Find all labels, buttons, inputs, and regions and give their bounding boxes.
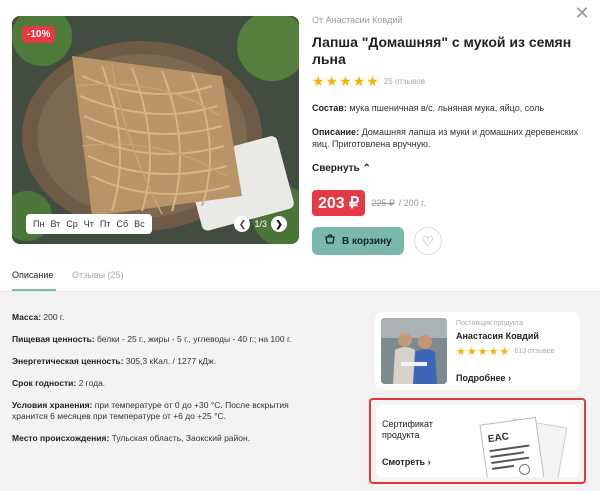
discount-badge: -10% — [22, 26, 56, 43]
description-label: Описание: — [312, 127, 360, 137]
spec-value: белки - 25 г., жиры - 5 г., углеводы - 4… — [94, 334, 292, 344]
day-mon[interactable]: Пн — [30, 219, 47, 229]
supplier-card: Поставщик продукта Анастасия Ковдий ★★★★… — [375, 312, 580, 390]
product-tabs: Описание Отзывы (25) — [0, 262, 600, 292]
certificate-document-icon: EAC — [478, 416, 570, 477]
description: Описание: Домашняя лапша из муки и домаш… — [312, 126, 584, 150]
spec-item: Пищевая ценность: белки - 25 г., жиры - … — [12, 334, 312, 345]
collapse-label: Свернуть — [312, 163, 360, 174]
spec-label: Условия хранения: — [12, 400, 93, 410]
day-tue[interactable]: Вт — [47, 219, 63, 229]
image-counter: 1/3 — [254, 219, 267, 229]
certificate-title: Сертификат продукта — [382, 419, 433, 440]
image-pager: ❮ 1/3 ❯ — [234, 216, 287, 232]
add-to-cart-button[interactable]: В корзину — [312, 227, 404, 255]
certificate-highlight: Сертификат продукта Смотреть › EAC — [369, 398, 586, 484]
spec-value: 200 г. — [41, 312, 65, 322]
tab-description[interactable]: Описание — [12, 270, 53, 280]
chevron-right-icon: › — [427, 457, 431, 467]
star-icons: ★★★★★ — [456, 346, 511, 358]
spec-list: Масса: 200 г. Пищевая ценность: белки - … — [12, 312, 312, 455]
day-thu[interactable]: Чт — [81, 219, 97, 229]
chevron-left-icon: ❮ — [238, 218, 247, 229]
favorite-button[interactable]: ♡ — [413, 227, 442, 255]
prev-image-button[interactable]: ❮ — [234, 216, 251, 232]
spec-item: Место происхождения: Тульская область, З… — [12, 433, 312, 444]
seller-link[interactable]: От Анастасии Ковдий — [312, 15, 584, 25]
current-price: 203 ₽ — [312, 190, 366, 216]
certificate-view-link[interactable]: Смотреть › — [382, 457, 431, 467]
composition-label: Состав: — [312, 103, 347, 113]
supplier-reviews[interactable]: 613 отзывов — [514, 348, 554, 355]
spec-item: Условия хранения: при температуре от 0 д… — [12, 400, 312, 422]
heart-icon: ♡ — [421, 232, 434, 249]
product-title: Лапша "Домашняя" с мукой из семян льна — [312, 34, 572, 67]
spec-label: Масса: — [12, 312, 42, 322]
product-weight: / 200 г. — [398, 198, 426, 208]
product-actions: В корзину ♡ — [312, 227, 584, 255]
price-row: 203 ₽ 225 ₽ / 200 г. — [312, 190, 584, 216]
composition-text: мука пшеничная в/с, льняная мука, яйцо, … — [346, 103, 545, 113]
more-label: Подробнее — [456, 373, 506, 383]
spec-value: Тульская область, Заокский район. — [109, 433, 251, 443]
spec-value: 305,3 кКал. / 1277 кДж. — [123, 356, 217, 366]
weekday-selector: Пн Вт Ср Чт Пт Сб Вс — [26, 214, 152, 234]
day-wed[interactable]: Ср — [63, 219, 81, 229]
active-tab-indicator — [12, 289, 56, 291]
certificate-link-label: Смотреть — [382, 457, 426, 467]
collapse-button[interactable]: Свернуть ⌃ — [312, 163, 371, 174]
day-sun[interactable]: Вс — [131, 219, 148, 229]
spec-label: Срок годности: — [12, 378, 77, 388]
add-to-cart-label: В корзину — [342, 235, 392, 247]
spec-item: Энергетическая ценность: 305,3 кКал. / 1… — [12, 356, 312, 367]
noodles-image — [12, 16, 299, 244]
chevron-up-icon: ⌃ — [362, 163, 371, 174]
next-image-button[interactable]: ❯ — [271, 216, 287, 232]
supplier-rating: ★★★★★ 613 отзывов — [456, 345, 554, 358]
spec-label: Пищевая ценность: — [12, 334, 95, 344]
certificate-card[interactable]: Сертификат продукта Смотреть › EAC — [376, 405, 579, 477]
description-panel: Масса: 200 г. Пищевая ценность: белки - … — [0, 292, 600, 491]
spec-value: 2 года. — [76, 378, 106, 388]
spec-item: Масса: 200 г. — [12, 312, 312, 323]
product-card: ✕ -10% Пн Вт Ср Чт Пт Сб Вс ❮ 1/3 ❯ От А… — [0, 0, 600, 300]
tab-reviews[interactable]: Отзывы (25) — [72, 270, 123, 280]
supplier-more-link[interactable]: Подробнее › — [456, 373, 511, 383]
chevron-right-icon: ❯ — [275, 218, 283, 229]
supplier-label: Поставщик продукта — [456, 320, 524, 327]
star-icons: ★★★★★ — [312, 73, 380, 89]
product-rating: ★★★★★ 25 отзывов — [312, 73, 584, 90]
product-photo: -10% Пн Вт Ср Чт Пт Сб Вс ❮ 1/3 ❯ — [12, 16, 299, 244]
chevron-right-icon: › — [508, 373, 512, 383]
supplier-name[interactable]: Анастасия Ковдий — [456, 331, 539, 341]
day-sat[interactable]: Сб — [114, 219, 132, 229]
spec-label: Место происхождения: — [12, 433, 110, 443]
day-fri[interactable]: Пт — [97, 219, 114, 229]
composition: Состав: мука пшеничная в/с, льняная мука… — [312, 102, 584, 114]
reviews-count[interactable]: 25 отзывов — [384, 77, 425, 86]
spec-item: Срок годности: 2 года. — [12, 378, 312, 389]
cart-icon — [324, 233, 336, 249]
old-price: 225 ₽ — [371, 197, 395, 208]
product-info: От Анастасии Ковдий Лапша "Домашняя" с м… — [312, 15, 584, 255]
spec-label: Энергетическая ценность: — [12, 356, 124, 366]
supplier-avatar — [381, 318, 447, 384]
